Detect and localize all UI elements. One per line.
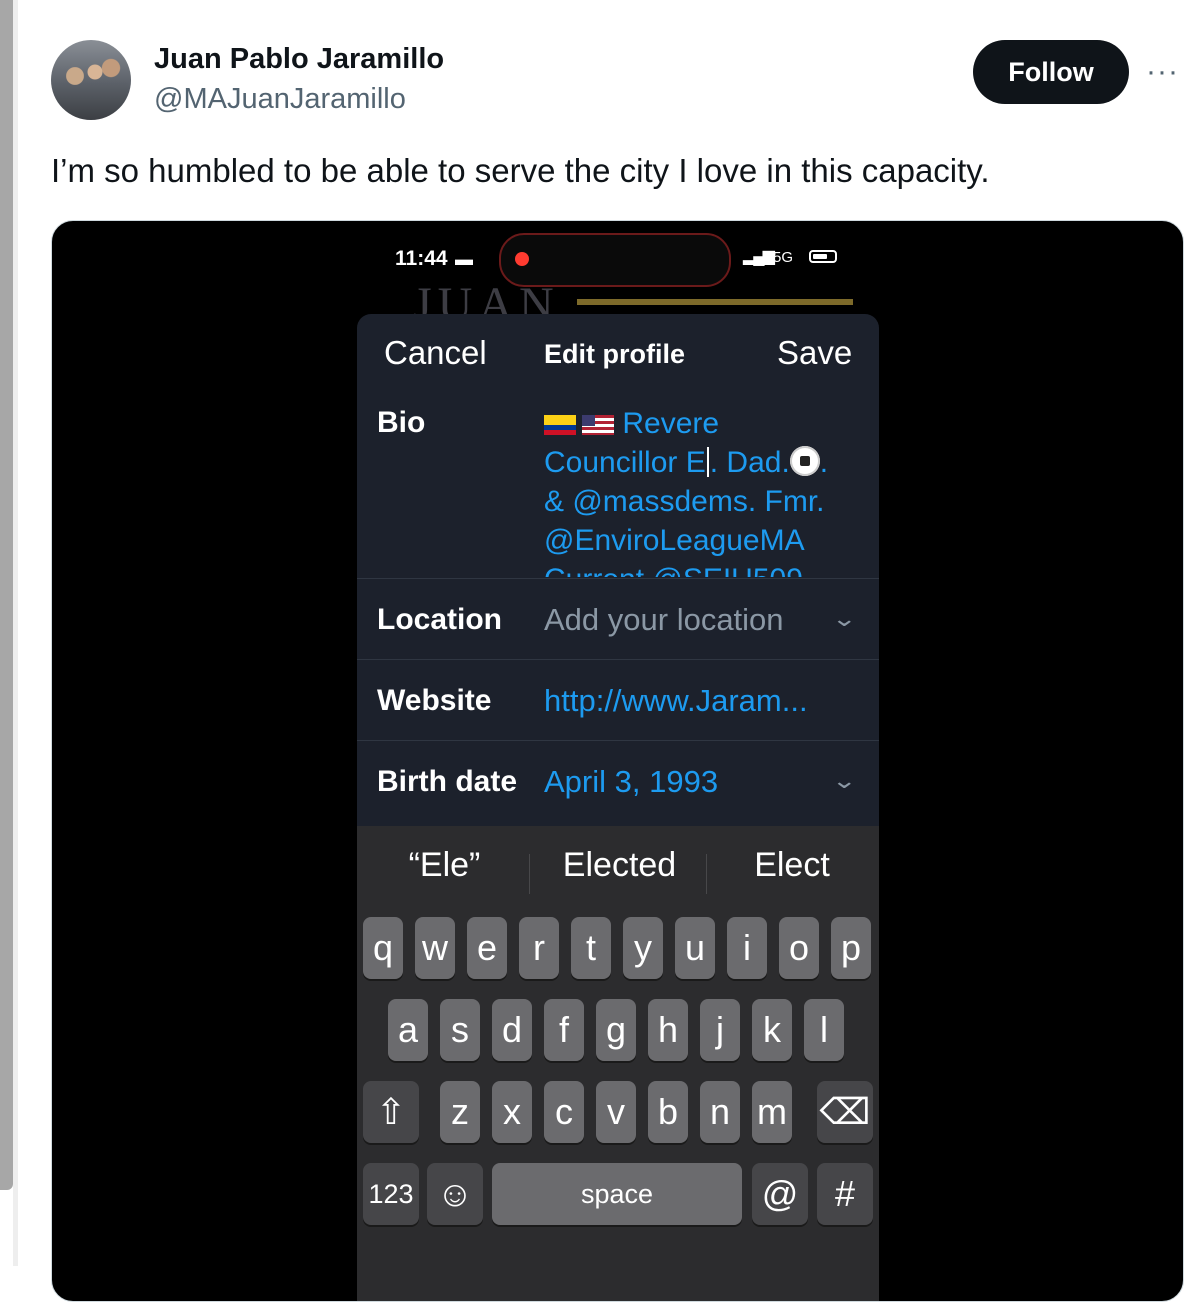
us-flag-icon — [582, 415, 614, 435]
key-h[interactable]: h — [648, 999, 688, 1061]
divider — [357, 740, 879, 741]
divider — [357, 578, 879, 579]
author-avatar[interactable] — [51, 40, 131, 120]
location-label: Location — [377, 603, 502, 636]
page-scrollbar[interactable] — [0, 0, 13, 1190]
network-type: 5G — [773, 249, 794, 266]
suggestion-separator — [529, 854, 530, 894]
key-l[interactable]: l — [804, 999, 844, 1061]
suggestion-1[interactable]: “Ele” — [377, 846, 512, 885]
bio-label: Bio — [377, 406, 426, 439]
key-p[interactable]: p — [831, 917, 871, 979]
at-key[interactable]: @ — [752, 1163, 808, 1225]
key-u[interactable]: u — [675, 917, 715, 979]
recording-dot-icon — [515, 252, 529, 266]
location-input[interactable]: Add your location — [544, 602, 784, 638]
key-j[interactable]: j — [700, 999, 740, 1061]
bio-line-3: & @massdems. Fmr. — [544, 485, 825, 518]
follow-button[interactable]: Follow — [973, 40, 1129, 104]
key-q[interactable]: q — [363, 917, 403, 979]
bio-textarea[interactable]: Revere Councillor E. Dad.. & @massdems. … — [544, 404, 864, 577]
sheet-nav: Cancel Edit profile Save — [357, 314, 879, 394]
suggestion-separator — [706, 854, 707, 894]
emoji-key-icon[interactable]: ☺ — [427, 1163, 483, 1225]
suggestion-3[interactable]: Elect — [717, 846, 867, 885]
key-k[interactable]: k — [752, 999, 792, 1061]
key-m[interactable]: m — [752, 1081, 792, 1143]
chevron-down-icon[interactable]: ⌄ — [831, 606, 857, 632]
key-o[interactable]: o — [779, 917, 819, 979]
key-n[interactable]: n — [700, 1081, 740, 1143]
bio-line-1-text: Revere — [622, 407, 720, 440]
bio-line-1: Revere — [544, 404, 864, 443]
key-e[interactable]: e — [467, 917, 507, 979]
cancel-button[interactable]: Cancel — [384, 334, 487, 372]
divider — [357, 659, 879, 660]
colombia-flag-icon — [544, 415, 576, 435]
numbers-key[interactable]: 123 — [363, 1163, 419, 1225]
shift-key-icon[interactable]: ⇧ — [363, 1081, 419, 1143]
hash-key[interactable]: # — [817, 1163, 873, 1225]
key-v[interactable]: v — [596, 1081, 636, 1143]
website-label: Website — [377, 684, 492, 717]
bio-line-2: Councillor E. Dad.. — [544, 443, 864, 482]
author-handle[interactable]: @MAJuanJaramillo — [154, 83, 406, 116]
edit-profile-sheet: Cancel Edit profile Save Bio Revere Coun… — [357, 314, 879, 1301]
key-r[interactable]: r — [519, 917, 559, 979]
author-name[interactable]: Juan Pablo Jaramillo — [154, 43, 444, 76]
profile-banner-bar — [577, 299, 853, 305]
suggestion-2[interactable]: Elected — [537, 846, 702, 885]
space-key[interactable]: space — [492, 1163, 742, 1225]
battery-icon — [809, 250, 837, 263]
key-z[interactable]: z — [440, 1081, 480, 1143]
birth-date-input[interactable]: April 3, 1993 — [544, 764, 718, 800]
status-time: 11:44 — [395, 247, 448, 270]
key-s[interactable]: s — [440, 999, 480, 1061]
more-options-icon[interactable]: ··· — [1146, 55, 1179, 89]
bio-line-5: Current @SEIU509 — [544, 560, 864, 577]
key-y[interactable]: y — [623, 917, 663, 979]
key-b[interactable]: b — [648, 1081, 688, 1143]
ios-keyboard: “Ele” Elected Elect q w e r t y u i o p … — [357, 826, 879, 1301]
key-i[interactable]: i — [727, 917, 767, 979]
birth-date-label: Birth date — [377, 765, 518, 798]
website-input[interactable]: http://www.Jaram... — [544, 683, 808, 719]
signal-icon: ▂▄▆ — [743, 248, 775, 265]
bio-line-2c: . — [819, 446, 829, 479]
save-button[interactable]: Save — [777, 334, 852, 372]
backspace-key-icon[interactable]: ⌫ — [817, 1081, 873, 1143]
key-w[interactable]: w — [415, 917, 455, 979]
bio-line-4: @EnviroLeagueMA — [544, 524, 805, 557]
tweet-text: I’m so humbled to be able to serve the c… — [51, 152, 990, 189]
key-t[interactable]: t — [571, 917, 611, 979]
bio-line-2a: Councillor E — [544, 446, 706, 479]
text-cursor — [706, 447, 709, 477]
key-x[interactable]: x — [492, 1081, 532, 1143]
sheet-title: Edit profile — [544, 339, 685, 369]
sleep-mode-icon: ▬ — [455, 249, 473, 269]
key-a[interactable]: a — [388, 999, 428, 1061]
scrollbar-track — [13, 0, 18, 1266]
key-c[interactable]: c — [544, 1081, 584, 1143]
phone-screen-recording: 11:44 ▬ ▂▄▆ 5G JUAN Cancel Edit profile … — [357, 221, 879, 1301]
key-f[interactable]: f — [544, 999, 584, 1061]
tweet-video[interactable]: 11:44 ▬ ▂▄▆ 5G JUAN Cancel Edit profile … — [51, 220, 1184, 1302]
key-d[interactable]: d — [492, 999, 532, 1061]
soccer-ball-icon — [789, 446, 820, 476]
chevron-down-icon[interactable]: ⌄ — [831, 768, 857, 794]
key-g[interactable]: g — [596, 999, 636, 1061]
bio-line-2b: . Dad. — [709, 446, 790, 479]
